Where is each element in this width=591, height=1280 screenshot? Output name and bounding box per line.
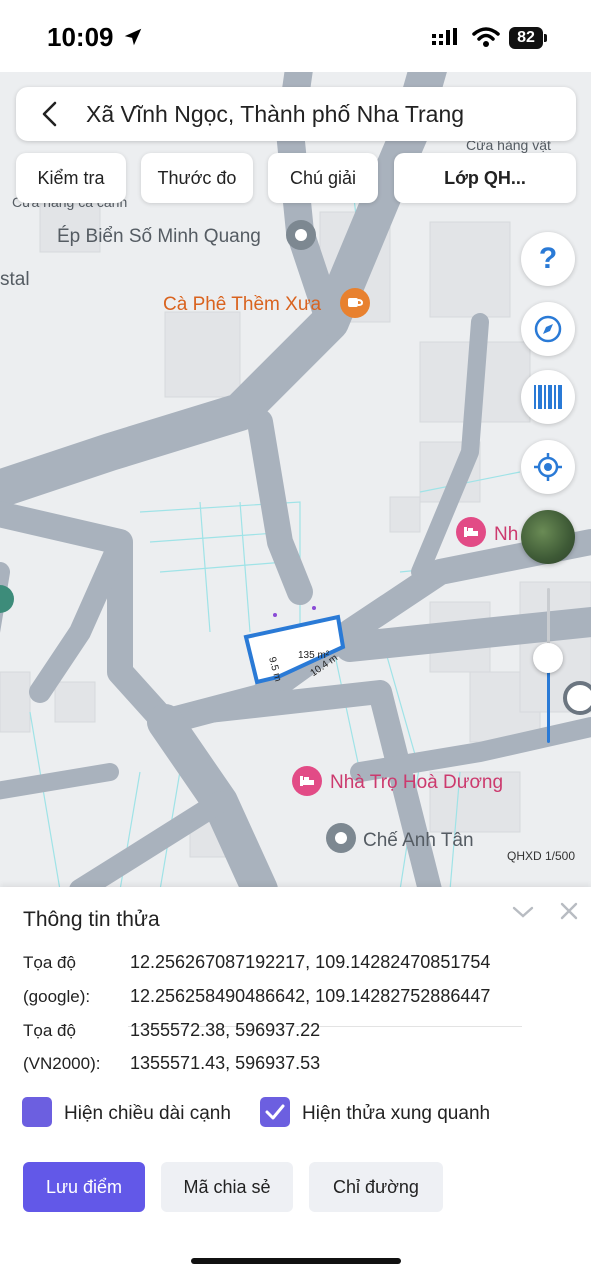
edge-length-checkbox[interactable] xyxy=(22,1097,52,1127)
share-code-button[interactable]: Mã chia sẻ xyxy=(161,1162,293,1212)
help-icon: ? xyxy=(538,242,558,275)
bed-icon[interactable] xyxy=(292,766,322,796)
info-value-google-1: 12.256267087192217, 109.14282470851754 xyxy=(130,952,491,972)
pin-icon[interactable] xyxy=(326,823,356,853)
status-time: 10:09 xyxy=(47,22,114,52)
tab-kiem-tra[interactable]: Kiểm tra xyxy=(16,153,126,203)
barcode-button[interactable] xyxy=(521,370,575,424)
pin-icon[interactable] xyxy=(286,220,316,250)
location-title: Xã Vĩnh Ngọc, Thành phố Nha Trang xyxy=(86,101,465,127)
info-value-vn2000-1: 1355572.38, 596937.22 xyxy=(130,1020,321,1040)
tab-lop-quy-hoach[interactable]: Lớp QH... xyxy=(394,153,576,203)
compass-icon xyxy=(534,315,562,343)
partial-pin-icon[interactable] xyxy=(563,681,591,715)
battery-icon: 82 xyxy=(509,27,543,49)
compass-button[interactable] xyxy=(521,302,575,356)
wifi-icon xyxy=(472,27,500,47)
home-indicator[interactable] xyxy=(191,1258,401,1264)
info-label-google: (google): xyxy=(23,987,91,1006)
poi-che-anh-tan[interactable]: Chế Anh Tân xyxy=(363,830,474,852)
zoom-slider-handle[interactable] xyxy=(533,643,563,673)
chevron-down-icon[interactable] xyxy=(511,902,535,922)
poi-partial-stal[interactable]: stal xyxy=(0,269,30,291)
poi-ca-phe-them-xua[interactable]: Cà Phê Thềm Xưa xyxy=(163,294,321,316)
directions-button[interactable]: Chỉ đường xyxy=(309,1162,443,1212)
sheet-title: Thông tin thửa xyxy=(23,908,160,931)
bed-icon[interactable] xyxy=(456,517,486,547)
coffee-icon[interactable] xyxy=(340,288,370,318)
tab-chu-giai[interactable]: Chú giải xyxy=(268,153,378,203)
poi-nha-tro-hoa-duong[interactable]: Nhà Trọ Hoà Dương xyxy=(330,772,503,794)
help-button[interactable]: ? xyxy=(521,232,575,286)
save-point-button[interactable]: Lưu điểm xyxy=(23,1162,145,1212)
locate-button[interactable] xyxy=(521,440,575,494)
poi-ep-bien-so[interactable]: Ép Biển Số Minh Quang xyxy=(57,226,261,248)
status-bar: 10:09 82 xyxy=(0,0,591,72)
poi-partial-nh[interactable]: Nh xyxy=(494,524,518,546)
partial-poi-icon[interactable] xyxy=(0,585,14,613)
info-label-coord: Tọa độ xyxy=(23,953,76,972)
parcel-info-sheet: Thông tin thửa Tọa độ 12.256267087192217… xyxy=(0,887,591,1280)
neighbor-parcels-label[interactable]: Hiện thửa xung quanh xyxy=(302,1103,490,1125)
chevron-left-icon[interactable] xyxy=(36,100,64,128)
info-value-vn2000-2: 1355571.43, 596937.53 xyxy=(130,1053,321,1073)
tab-thuoc-do[interactable]: Thước đo xyxy=(141,153,253,203)
info-label-coord-vn: Tọa độ xyxy=(23,1021,76,1040)
close-icon[interactable] xyxy=(559,901,579,921)
map-scale-label: QHXD 1/500 xyxy=(507,849,576,863)
info-value-google-2: 12.256258490486642, 109.14282752886447 xyxy=(130,986,491,1006)
barcode-icon xyxy=(534,385,562,409)
cellular-signal-icon xyxy=(432,28,457,45)
neighbor-parcels-checkbox[interactable] xyxy=(260,1097,290,1127)
satellite-layer-icon[interactable] xyxy=(521,510,575,564)
locate-icon xyxy=(534,453,562,481)
checkmark-icon xyxy=(265,1104,285,1120)
location-header[interactable]: Xã Vĩnh Ngọc, Thành phố Nha Trang xyxy=(16,87,576,141)
location-arrow-icon xyxy=(124,28,142,46)
info-label-vn2000: (VN2000): xyxy=(23,1054,101,1073)
edge-length-label[interactable]: Hiện chiều dài cạnh xyxy=(64,1103,231,1125)
battery-tip xyxy=(544,34,547,42)
